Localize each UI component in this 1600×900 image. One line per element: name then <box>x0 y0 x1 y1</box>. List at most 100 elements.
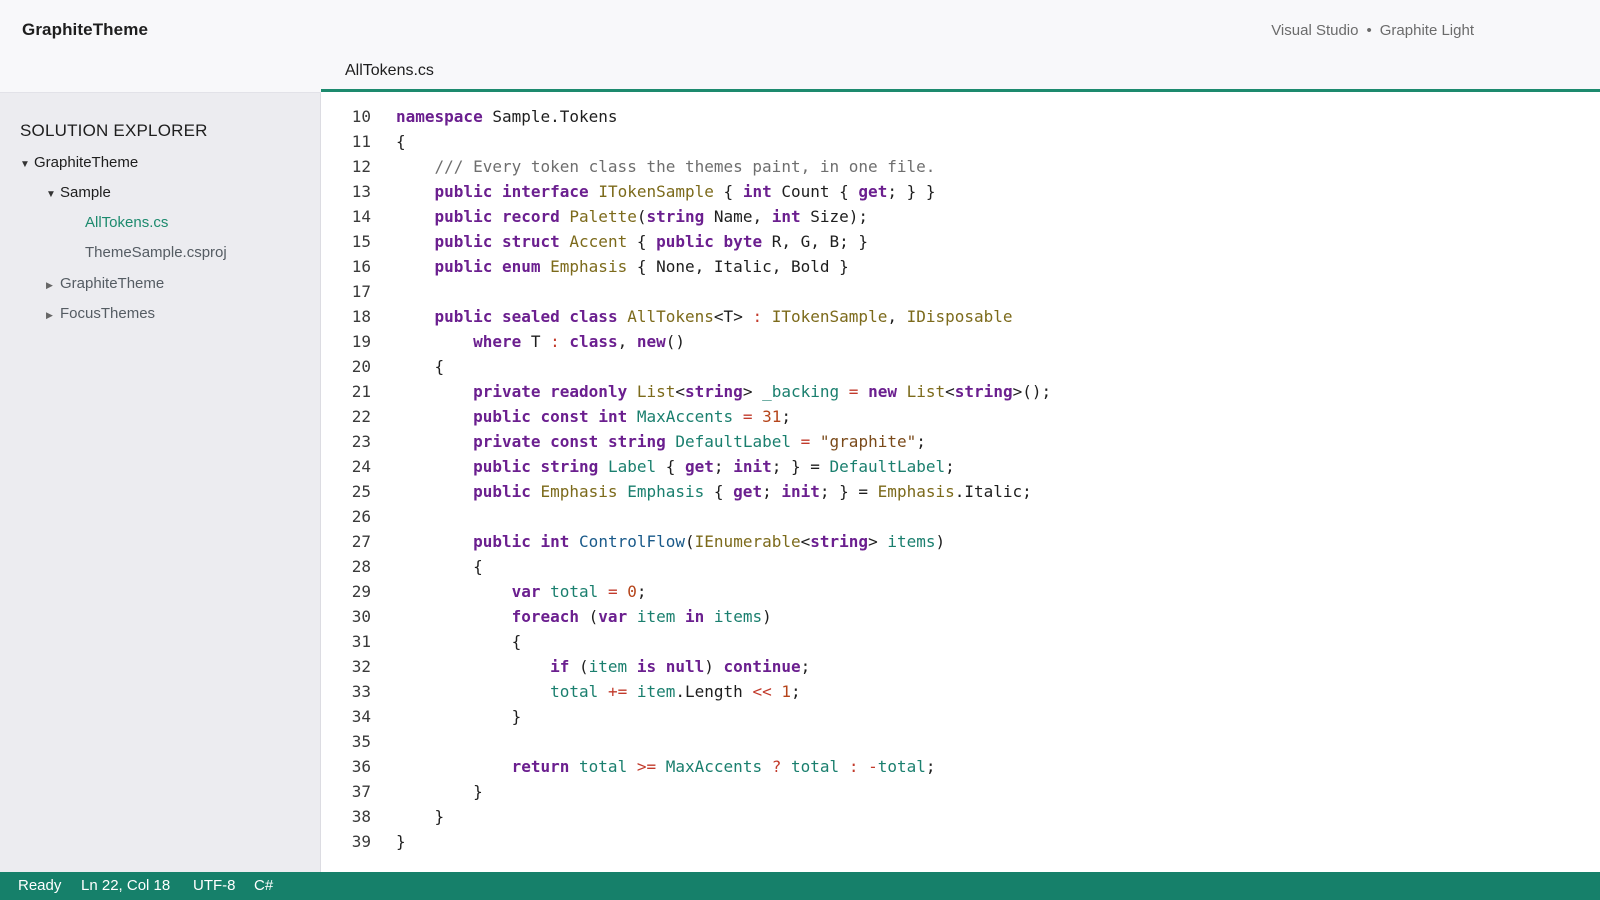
line-number: 11 <box>351 132 371 151</box>
code-token: List <box>636 382 676 401</box>
code-line[interactable]: 30 foreach (var item in items) <box>321 604 1600 629</box>
code-token: item <box>636 682 676 701</box>
code-token: int <box>598 407 628 426</box>
code-text: private readonly List<string> _backing =… <box>396 379 1051 404</box>
code-token: = <box>607 582 618 601</box>
code-token: where <box>473 332 522 351</box>
code-token: class <box>569 332 618 351</box>
code-token: < <box>800 532 811 551</box>
code-text: private const string DefaultLabel = "gra… <box>396 429 926 454</box>
code-line[interactable]: 20 { <box>321 354 1600 379</box>
code-editor[interactable]: 10 namespace Sample.Tokens 11{12 /// Every… <box>321 92 1600 872</box>
code-line[interactable]: 25 public Emphasis Emphasis { get; init;… <box>321 479 1600 504</box>
code-token: } <box>396 807 445 826</box>
code-token: items <box>887 532 936 551</box>
code-line[interactable]: 14 public record Palette(string Name, in… <box>321 204 1600 229</box>
code-token: struct <box>501 232 560 251</box>
code-token: { <box>656 457 686 476</box>
code-line[interactable]: 27 public int ControlFlow(IEnumerable<st… <box>321 529 1600 554</box>
code-line[interactable]: 10 namespace Sample.Tokens <box>321 104 1600 129</box>
code-token: if <box>550 657 570 676</box>
tree-item-graphitetheme[interactable]: ▶ GraphiteTheme <box>46 275 164 292</box>
tab-label: AllTokens.cs <box>345 62 434 79</box>
code-line[interactable]: 17 <box>321 279 1600 304</box>
tab-alltokens[interactable]: AllTokens.cs <box>321 56 1600 92</box>
code-token: is <box>636 657 657 676</box>
code-token: item <box>636 607 676 626</box>
tree-item-alltokens[interactable]: AllTokens.cs <box>85 214 168 231</box>
code-line[interactable]: 23 private const string DefaultLabel = "… <box>321 429 1600 454</box>
code-line[interactable]: 19 where T : class, new() <box>321 329 1600 354</box>
code-line[interactable]: 11 { <box>321 129 1600 154</box>
tree-item-solution[interactable]: ▼ GraphiteTheme <box>20 154 138 171</box>
chevron-down-icon[interactable]: ▼ <box>20 159 34 170</box>
status-language[interactable]: C# <box>254 877 273 894</box>
status-encoding[interactable]: UTF-8 <box>193 877 236 894</box>
status-cursor-position[interactable]: Ln 22, Col 18 <box>81 877 170 894</box>
code-line[interactable]: 34 } <box>321 704 1600 729</box>
code-token: private <box>473 382 541 401</box>
code-line[interactable]: 38 } <box>321 804 1600 829</box>
code-token: IEnumerable <box>694 532 801 551</box>
code-token: ( <box>569 657 589 676</box>
code-token: string <box>607 432 666 451</box>
code-line[interactable]: 24 public string Label { get; init; } = … <box>321 454 1600 479</box>
code-line[interactable]: 39} <box>321 829 1600 854</box>
app-title: GraphiteTheme <box>22 20 148 39</box>
tree-item-focusthemes[interactable]: ▶ FocusThemes <box>46 305 155 322</box>
code-line[interactable]: 18 public sealed class AllTokens<T> : IT… <box>321 304 1600 329</box>
code-line[interactable]: 36 return total >= MaxAccents ? total : … <box>321 754 1600 779</box>
code-token: ; } } <box>887 182 936 201</box>
code-token: namespace <box>396 107 483 126</box>
chevron-right-icon[interactable]: ▶ <box>46 310 60 321</box>
line-number: 26 <box>351 507 371 526</box>
code-line[interactable]: 35 <box>321 729 1600 754</box>
code-line[interactable]: 32 if (item is null) continue; <box>321 654 1600 679</box>
code-token: <T> <box>713 307 753 326</box>
chevron-right-icon[interactable]: ▶ <box>46 280 60 291</box>
code-token: Emphasis <box>877 482 955 501</box>
code-line[interactable]: 33 total += item.Length << 1; <box>321 679 1600 704</box>
code-line[interactable]: 21 private readonly List<string> _backin… <box>321 379 1600 404</box>
tree-item-csproj[interactable]: ThemeSample.csproj <box>85 244 227 261</box>
code-line[interactable]: 29 var total = 0; <box>321 579 1600 604</box>
code-token: Emphasis <box>540 482 618 501</box>
code-token: ) <box>762 607 772 626</box>
code-line[interactable]: 37 } <box>321 779 1600 804</box>
code-text: foreach (var item in items) <box>396 604 772 629</box>
code-line[interactable]: 31 { <box>321 629 1600 654</box>
code-line[interactable]: 13 public interface ITokenSample { int C… <box>321 179 1600 204</box>
code-token: << <box>752 682 772 701</box>
code-text: return total >= MaxAccents ? total : -to… <box>396 754 936 779</box>
tree-item-sample[interactable]: ▼ Sample <box>46 184 111 201</box>
code-line[interactable]: 22 public const int MaxAccents = 31; <box>321 404 1600 429</box>
code-line[interactable]: 26 <box>321 504 1600 529</box>
code-token: List <box>906 382 946 401</box>
code-line[interactable]: 16 public enum Emphasis { None, Italic, … <box>321 254 1600 279</box>
chevron-down-icon[interactable]: ▼ <box>46 189 60 200</box>
code-line[interactable]: 12 /// Every token class the themes pain… <box>321 154 1600 179</box>
code-line[interactable]: 15 public struct Accent { public byte R,… <box>321 229 1600 254</box>
code-line[interactable]: 28 { <box>321 554 1600 579</box>
code-token: null <box>665 657 705 676</box>
code-token: public <box>434 232 493 251</box>
code-token: ; <box>781 407 792 426</box>
